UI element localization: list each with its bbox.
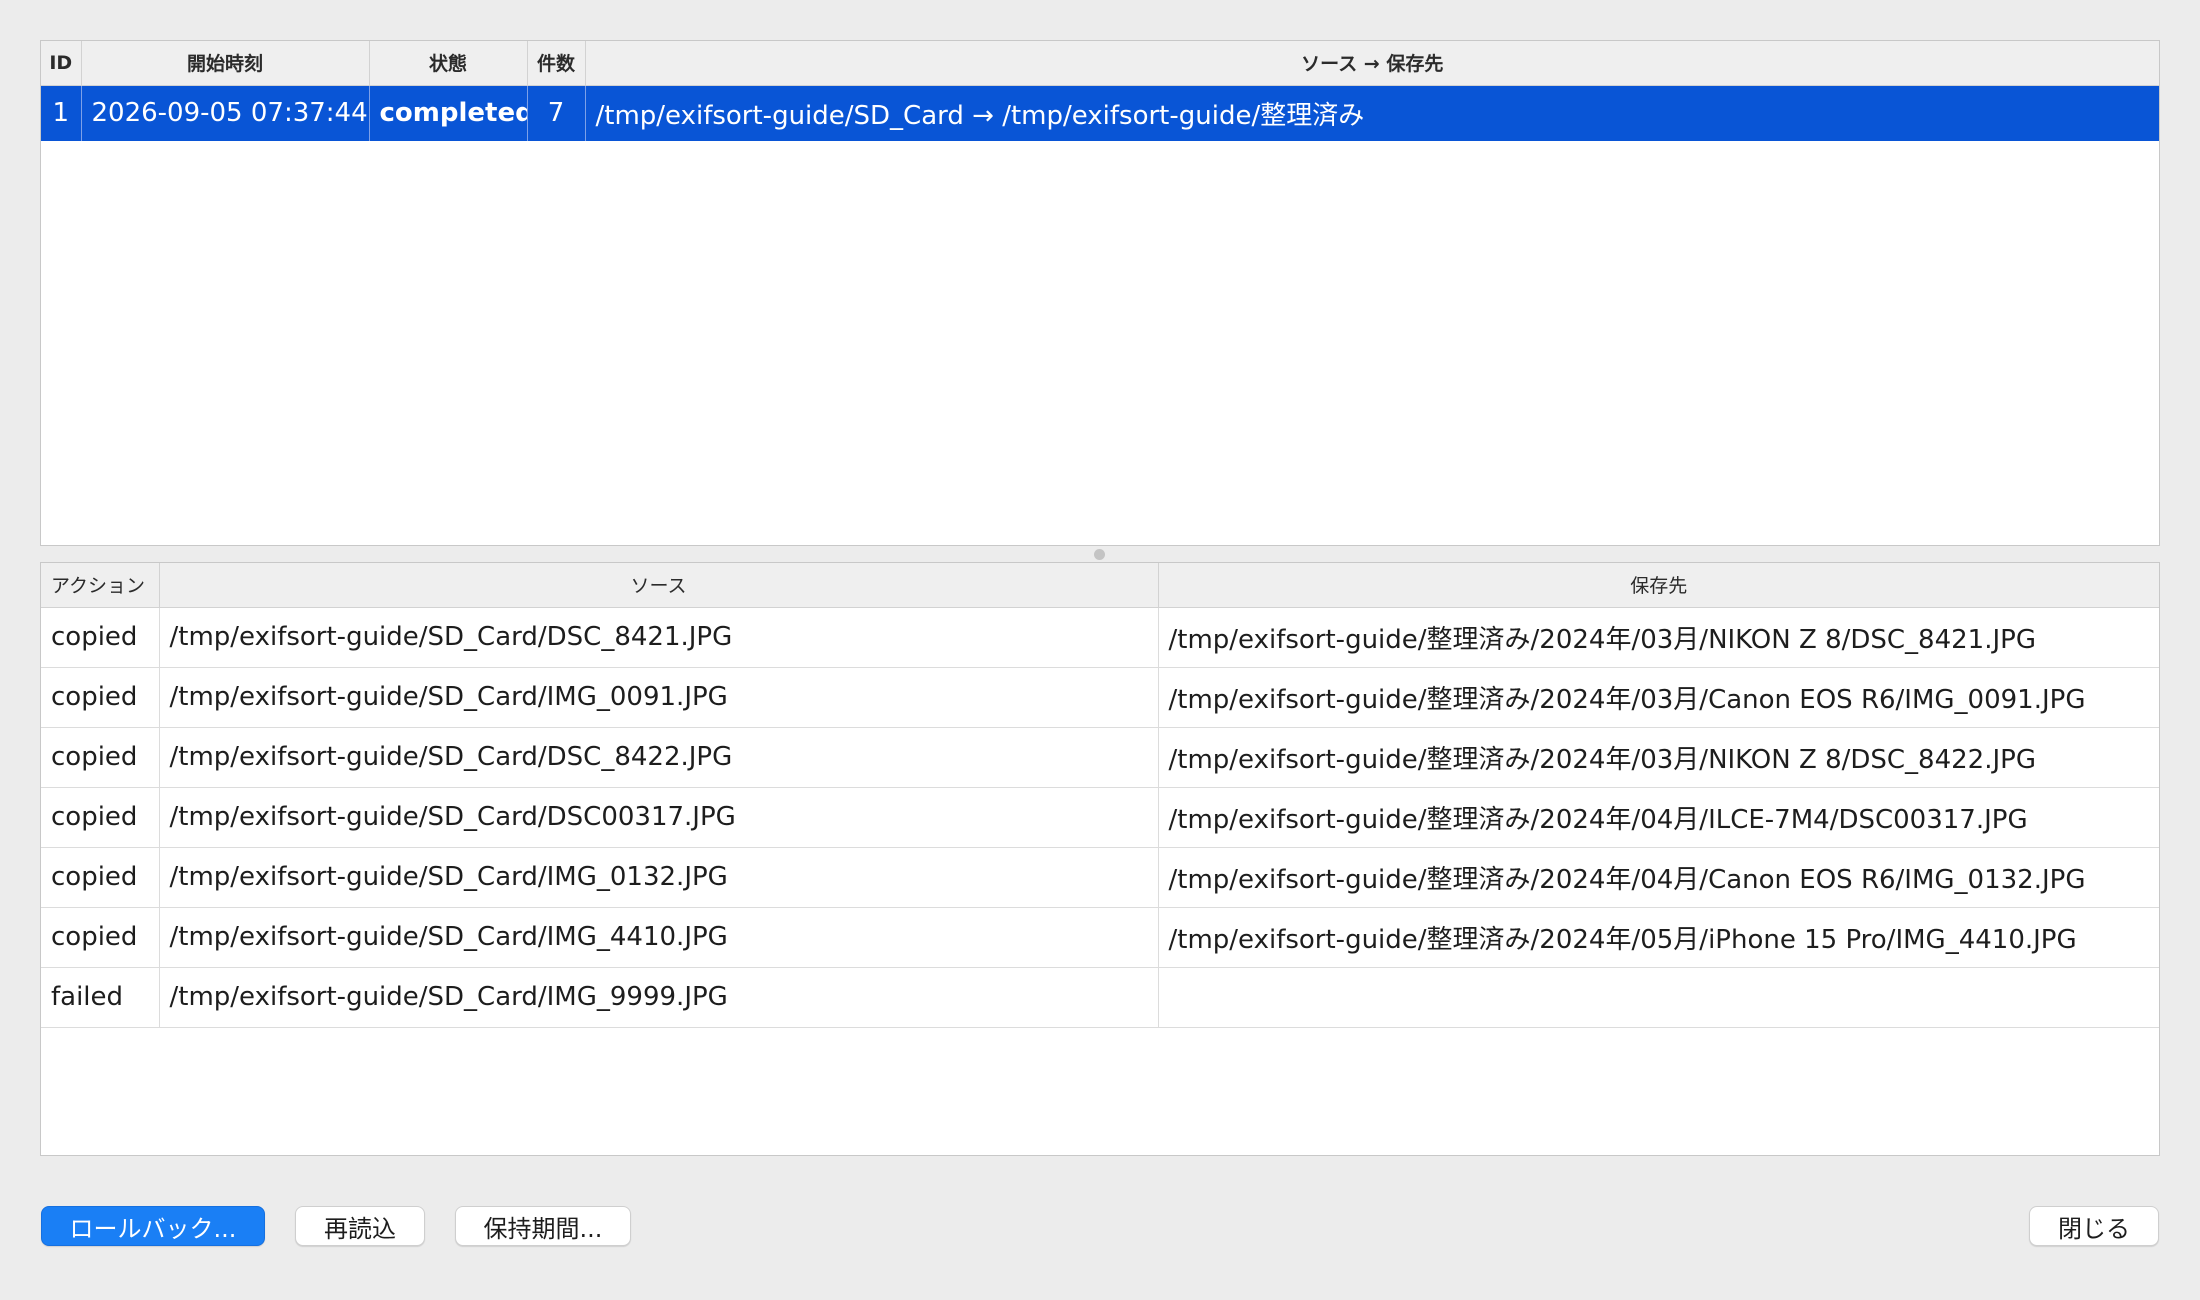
operation-row[interactable]: failed/tmp/exifsort-guide/SD_Card/IMG_99… <box>41 967 2159 1028</box>
operations-header-row: アクション ソース 保存先 <box>41 563 2159 608</box>
column-header-action[interactable]: アクション <box>41 563 160 608</box>
split-view-divider-handle[interactable] <box>1094 549 1105 560</box>
operation-action-cell: copied <box>41 907 160 968</box>
operation-action-cell: copied <box>41 847 160 908</box>
runs-table-panel[interactable]: ID 開始時刻 状態 件数 ソース → 保存先 1 2026-09-05 07:… <box>40 40 2160 546</box>
operation-action-cell: copied <box>41 727 160 788</box>
operations-table[interactable]: アクション ソース 保存先 copied/tmp/exifsort-guide/… <box>41 563 2159 1028</box>
operation-action-cell: copied <box>41 667 160 728</box>
run-start-time-cell: 2026-09-05 07:37:44 <box>81 85 370 141</box>
rollback-button[interactable]: ロールバック... <box>41 1206 265 1246</box>
operation-destination-cell: /tmp/exifsort-guide/整理済み/2024年/03月/Canon… <box>1158 667 2159 728</box>
operation-action-cell: copied <box>41 787 160 848</box>
operation-source-cell: /tmp/exifsort-guide/SD_Card/IMG_0091.JPG <box>159 667 1159 728</box>
operation-destination-cell: /tmp/exifsort-guide/整理済み/2024年/03月/NIKON… <box>1158 727 2159 788</box>
operation-destination-cell: /tmp/exifsort-guide/整理済み/2024年/04月/ILCE-… <box>1158 787 2159 848</box>
operation-action-cell: copied <box>41 607 160 668</box>
retention-period-button[interactable]: 保持期間... <box>455 1206 631 1246</box>
column-header-id[interactable]: ID <box>41 41 82 86</box>
run-count-cell: 7 <box>527 85 586 141</box>
operation-source-cell: /tmp/exifsort-guide/SD_Card/DSC_8422.JPG <box>159 727 1159 788</box>
column-header-source-dest[interactable]: ソース → 保存先 <box>585 41 2159 86</box>
operation-row[interactable]: copied/tmp/exifsort-guide/SD_Card/IMG_44… <box>41 907 2159 968</box>
operation-action-cell: failed <box>41 967 160 1028</box>
operation-source-cell: /tmp/exifsort-guide/SD_Card/IMG_9999.JPG <box>159 967 1159 1028</box>
operation-row[interactable]: copied/tmp/exifsort-guide/SD_Card/IMG_01… <box>41 847 2159 908</box>
column-header-status[interactable]: 状態 <box>369 41 528 86</box>
operation-row[interactable]: copied/tmp/exifsort-guide/SD_Card/DSC003… <box>41 787 2159 848</box>
run-status-cell: completed <box>369 85 528 141</box>
operation-row[interactable]: copied/tmp/exifsort-guide/SD_Card/DSC_84… <box>41 607 2159 668</box>
operation-destination-cell <box>1158 967 2159 1028</box>
operation-row[interactable]: copied/tmp/exifsort-guide/SD_Card/DSC_84… <box>41 727 2159 788</box>
reload-button[interactable]: 再読込 <box>295 1206 425 1246</box>
operation-destination-cell: /tmp/exifsort-guide/整理済み/2024年/03月/NIKON… <box>1158 607 2159 668</box>
runs-table[interactable]: ID 開始時刻 状態 件数 ソース → 保存先 1 2026-09-05 07:… <box>41 41 2159 141</box>
operation-source-cell: /tmp/exifsort-guide/SD_Card/IMG_4410.JPG <box>159 907 1159 968</box>
operations-table-panel[interactable]: アクション ソース 保存先 copied/tmp/exifsort-guide/… <box>40 562 2160 1156</box>
operation-destination-cell: /tmp/exifsort-guide/整理済み/2024年/05月/iPhon… <box>1158 907 2159 968</box>
runs-header-row: ID 開始時刻 状態 件数 ソース → 保存先 <box>41 41 2159 86</box>
operation-row[interactable]: copied/tmp/exifsort-guide/SD_Card/IMG_00… <box>41 667 2159 728</box>
run-id-cell: 1 <box>41 85 82 141</box>
column-header-destination[interactable]: 保存先 <box>1158 563 2159 608</box>
run-source-dest-cell: /tmp/exifsort-guide/SD_Card → /tmp/exifs… <box>595 100 1365 131</box>
column-header-start-time[interactable]: 開始時刻 <box>81 41 370 86</box>
operation-source-cell: /tmp/exifsort-guide/SD_Card/DSC00317.JPG <box>159 787 1159 848</box>
column-header-source[interactable]: ソース <box>159 563 1159 608</box>
close-button[interactable]: 閉じる <box>2029 1206 2159 1246</box>
operation-source-cell: /tmp/exifsort-guide/SD_Card/DSC_8421.JPG <box>159 607 1159 668</box>
operation-source-cell: /tmp/exifsort-guide/SD_Card/IMG_0132.JPG <box>159 847 1159 908</box>
column-header-count[interactable]: 件数 <box>527 41 586 86</box>
operation-destination-cell: /tmp/exifsort-guide/整理済み/2024年/04月/Canon… <box>1158 847 2159 908</box>
runs-row-selected[interactable]: 1 2026-09-05 07:37:44 completed 7 /tmp/e… <box>41 85 2159 141</box>
